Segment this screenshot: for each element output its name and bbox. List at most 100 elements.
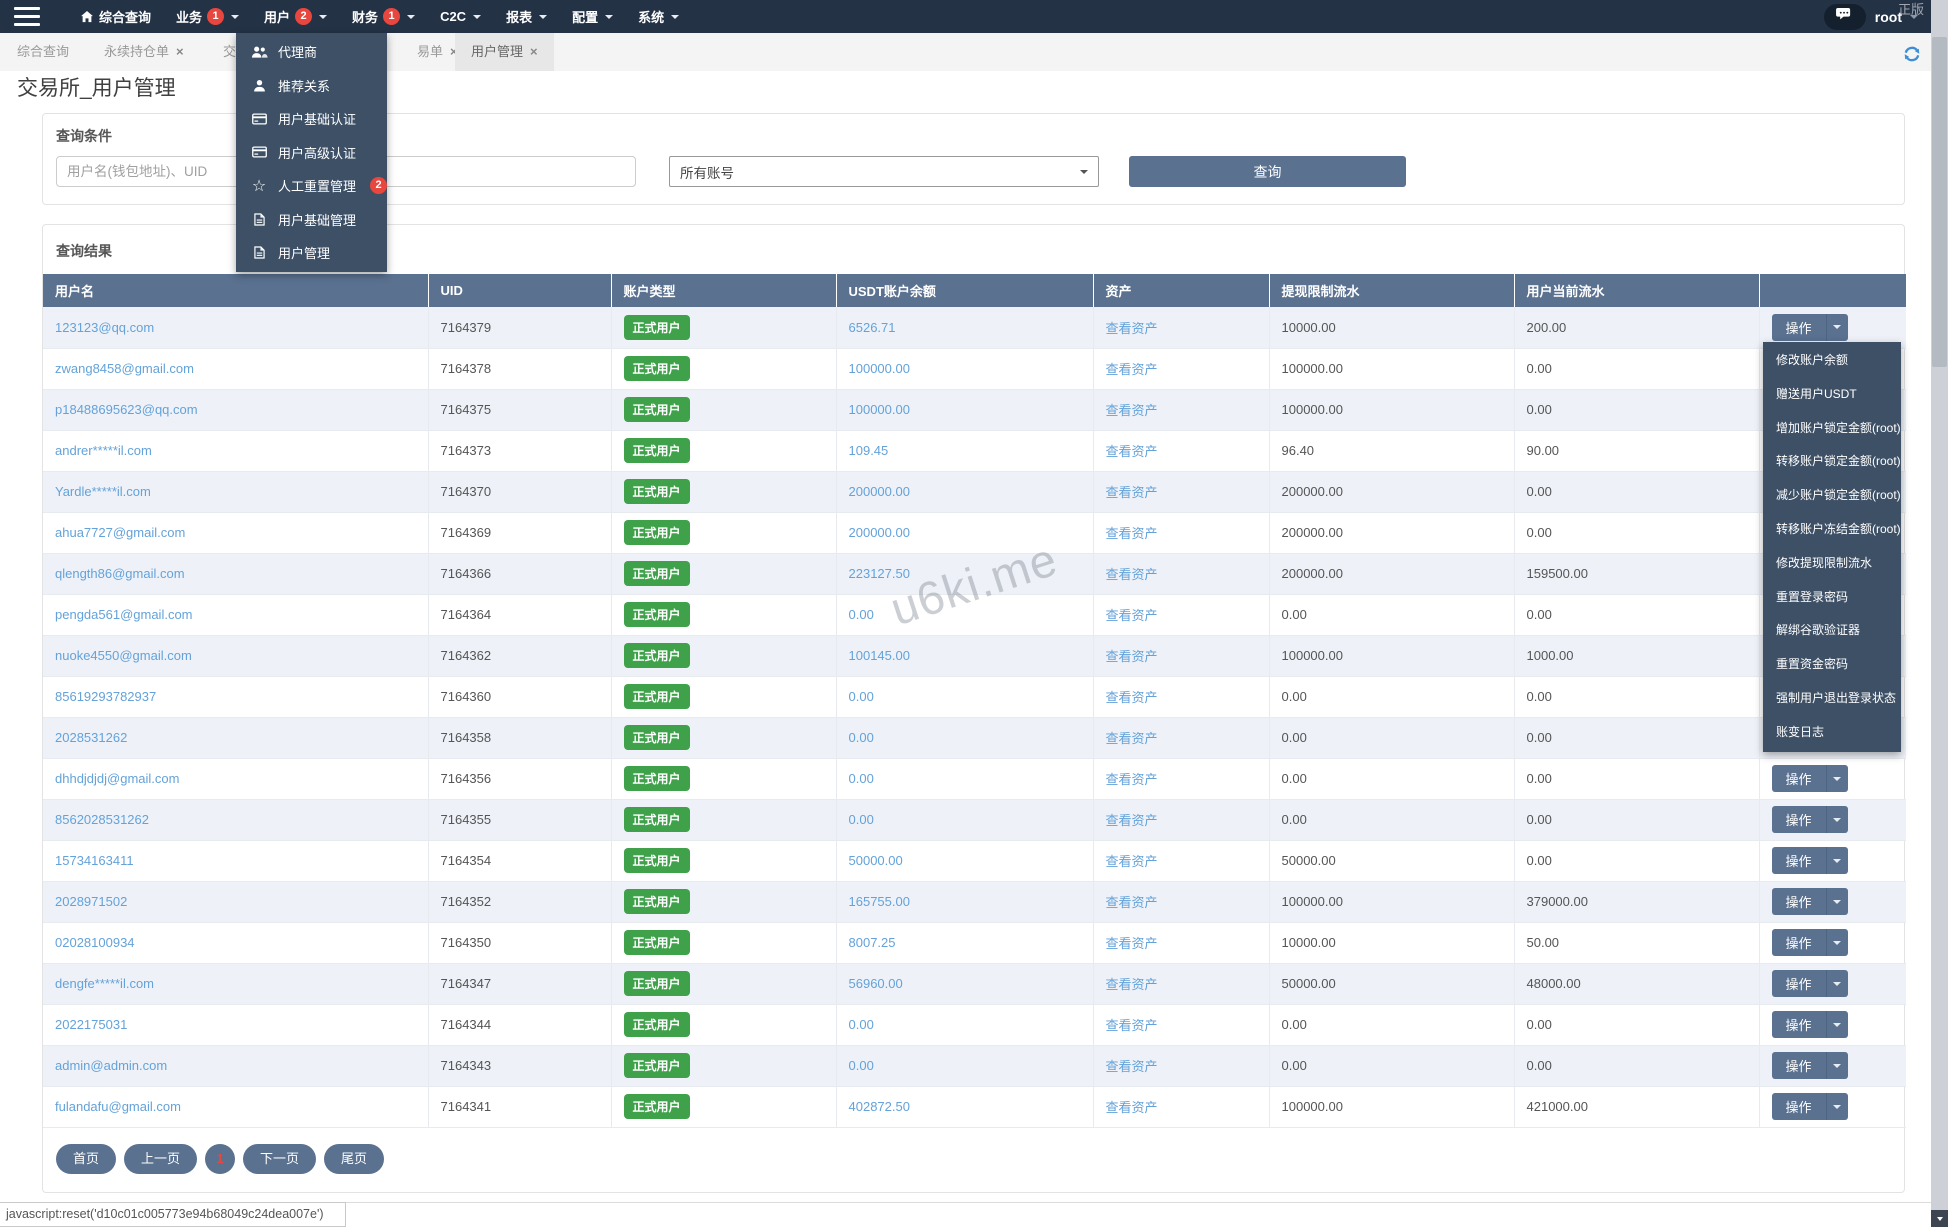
- action-button[interactable]: 操作: [1771, 1052, 1826, 1079]
- action-button[interactable]: 操作: [1771, 1011, 1826, 1038]
- view-assets-link[interactable]: 查看资产: [1106, 977, 1158, 992]
- view-assets-link[interactable]: 查看资产: [1106, 895, 1158, 910]
- usdt-balance-link[interactable]: 0.00: [849, 1058, 874, 1073]
- usdt-balance-link[interactable]: 200000.00: [849, 484, 910, 499]
- view-assets-link[interactable]: 查看资产: [1106, 362, 1158, 377]
- username-link[interactable]: 85619293782937: [55, 689, 156, 704]
- usdt-balance-link[interactable]: 56960.00: [849, 976, 903, 991]
- action-menu-item[interactable]: 转移账户锁定金额(root): [1763, 445, 1901, 479]
- action-caret-button[interactable]: [1825, 806, 1848, 833]
- action-menu-item[interactable]: 重置资金密码: [1763, 648, 1901, 682]
- usdt-balance-link[interactable]: 165755.00: [849, 894, 910, 909]
- username-link[interactable]: zwang8458@gmail.com: [55, 361, 194, 376]
- view-assets-link[interactable]: 查看资产: [1106, 321, 1158, 336]
- usdt-balance-link[interactable]: 0.00: [849, 689, 874, 704]
- usdt-balance-link[interactable]: 8007.25: [849, 935, 896, 950]
- nav-item-5[interactable]: 报表: [506, 7, 548, 26]
- action-menu-item[interactable]: 重置登录密码: [1763, 581, 1901, 615]
- usdt-balance-link[interactable]: 109.45: [849, 443, 889, 458]
- menu-toggle-button[interactable]: [14, 7, 40, 26]
- username-link[interactable]: pengda561@gmail.com: [55, 607, 193, 622]
- view-assets-link[interactable]: 查看资产: [1106, 1059, 1158, 1074]
- username-link[interactable]: nuoke4550@gmail.com: [55, 648, 192, 663]
- page-current[interactable]: 1: [205, 1144, 236, 1174]
- usdt-balance-link[interactable]: 6526.71: [849, 320, 896, 335]
- view-assets-link[interactable]: 查看资产: [1106, 485, 1158, 500]
- account-type-select[interactable]: 所有账号: [669, 156, 1099, 187]
- user-menu-item[interactable]: 代理商: [236, 35, 387, 69]
- search-button[interactable]: 查询: [1129, 156, 1406, 187]
- username-link[interactable]: 15734163411: [55, 853, 134, 868]
- action-caret-button[interactable]: [1825, 1011, 1848, 1038]
- close-icon[interactable]: [530, 44, 538, 59]
- user-account-dropdown[interactable]: root: [1875, 9, 1918, 25]
- action-menu-item[interactable]: 减少账户锁定金额(root): [1763, 479, 1901, 513]
- view-assets-link[interactable]: 查看资产: [1106, 403, 1158, 418]
- action-button[interactable]: 操作: [1771, 970, 1826, 997]
- action-caret-button[interactable]: [1825, 1052, 1848, 1079]
- view-assets-link[interactable]: 查看资产: [1106, 1018, 1158, 1033]
- usdt-balance-link[interactable]: 100000.00: [849, 402, 910, 417]
- usdt-balance-link[interactable]: 0.00: [849, 607, 874, 622]
- username-link[interactable]: dhhdjdjdj@gmail.com: [55, 771, 179, 786]
- username-link[interactable]: 02028100934: [55, 935, 135, 950]
- username-link[interactable]: 123123@qq.com: [55, 320, 154, 335]
- page-prev-button[interactable]: 上一页: [124, 1144, 198, 1174]
- username-link[interactable]: Yardle*****il.com: [55, 484, 151, 499]
- action-caret-button[interactable]: [1825, 970, 1848, 997]
- view-assets-link[interactable]: 查看资产: [1106, 936, 1158, 951]
- action-button[interactable]: 操作: [1771, 1093, 1826, 1120]
- view-assets-link[interactable]: 查看资产: [1106, 731, 1158, 746]
- username-link[interactable]: 2028971502: [55, 894, 127, 909]
- view-assets-link[interactable]: 查看资产: [1106, 526, 1158, 541]
- usdt-balance-link[interactable]: 0.00: [849, 730, 874, 745]
- page-last-button[interactable]: 尾页: [324, 1144, 385, 1174]
- nav-item-4[interactable]: C2C: [440, 9, 482, 24]
- user-menu-item[interactable]: 用户基础管理: [236, 203, 387, 237]
- view-assets-link[interactable]: 查看资产: [1106, 813, 1158, 828]
- usdt-balance-link[interactable]: 402872.50: [849, 1099, 910, 1114]
- view-assets-link[interactable]: 查看资产: [1106, 567, 1158, 582]
- messages-button[interactable]: [1823, 3, 1866, 30]
- usdt-balance-link[interactable]: 200000.00: [849, 525, 910, 540]
- nav-item-1[interactable]: 业务 1: [176, 7, 240, 26]
- view-assets-link[interactable]: 查看资产: [1106, 649, 1158, 664]
- action-menu-item[interactable]: 修改提现限制流水: [1763, 547, 1901, 581]
- tab-2[interactable]: 交: [223, 33, 236, 71]
- action-button[interactable]: 操作: [1771, 929, 1826, 956]
- page-first-button[interactable]: 首页: [56, 1144, 117, 1174]
- action-button[interactable]: 操作: [1771, 847, 1826, 874]
- view-assets-link[interactable]: 查看资产: [1106, 444, 1158, 459]
- refresh-button[interactable]: [1902, 44, 1922, 69]
- username-link[interactable]: qlength86@gmail.com: [55, 566, 185, 581]
- usdt-balance-link[interactable]: 0.00: [849, 1017, 874, 1032]
- action-button[interactable]: 操作: [1771, 765, 1826, 792]
- action-menu-item[interactable]: 赠送用户USDT: [1763, 378, 1901, 412]
- user-menu-item[interactable]: 用户高级认证: [236, 136, 387, 170]
- scroll-down-button[interactable]: [1931, 1210, 1948, 1227]
- username-link[interactable]: andrer*****il.com: [55, 443, 152, 458]
- action-caret-button[interactable]: [1825, 888, 1848, 915]
- action-menu-item[interactable]: 增加账户锁定金额(root): [1763, 412, 1901, 446]
- view-assets-link[interactable]: 查看资产: [1106, 772, 1158, 787]
- user-menu-item[interactable]: 人工重置管理 2: [236, 169, 387, 203]
- view-assets-link[interactable]: 查看资产: [1106, 854, 1158, 869]
- nav-item-6[interactable]: 配置: [572, 7, 614, 26]
- scrollbar-thumb[interactable]: [1932, 37, 1947, 367]
- user-menu-item[interactable]: 推荐关系: [236, 69, 387, 103]
- user-menu-item[interactable]: 用户管理: [236, 236, 387, 270]
- usdt-balance-link[interactable]: 50000.00: [849, 853, 903, 868]
- nav-item-7[interactable]: 系统: [638, 7, 680, 26]
- page-next-button[interactable]: 下一页: [243, 1144, 317, 1174]
- username-link[interactable]: p18488695623@qq.com: [55, 402, 198, 417]
- action-menu-item[interactable]: 强制用户退出登录状态: [1763, 682, 1901, 716]
- action-menu-item[interactable]: 修改账户余额: [1763, 344, 1901, 378]
- view-assets-link[interactable]: 查看资产: [1106, 608, 1158, 623]
- view-assets-link[interactable]: 查看资产: [1106, 1100, 1158, 1115]
- action-menu-item[interactable]: 账变日志: [1763, 716, 1901, 750]
- username-link[interactable]: 2022175031: [55, 1017, 127, 1032]
- username-link[interactable]: ahua7727@gmail.com: [55, 525, 185, 540]
- action-caret-button[interactable]: [1825, 1093, 1848, 1120]
- action-caret-button[interactable]: [1825, 765, 1848, 792]
- username-link[interactable]: fulandafu@gmail.com: [55, 1099, 181, 1114]
